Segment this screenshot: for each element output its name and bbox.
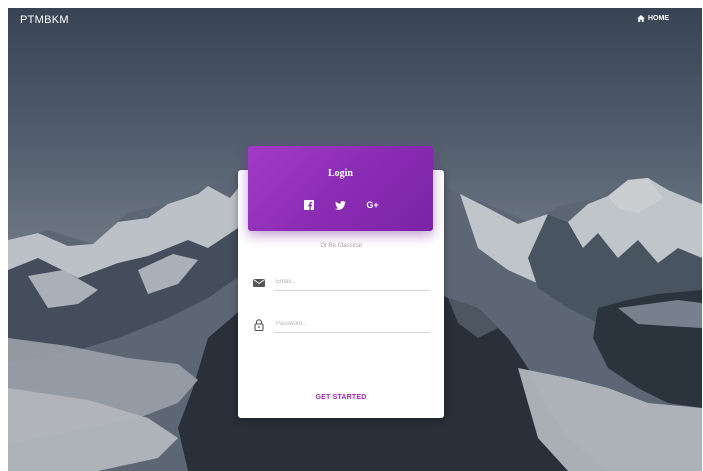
lock-icon	[254, 319, 264, 332]
facebook-login-button[interactable]	[302, 198, 316, 212]
home-link[interactable]: HOME	[637, 15, 669, 22]
email-input[interactable]	[274, 274, 430, 291]
facebook-icon	[303, 200, 314, 210]
brand-logo-text[interactable]: PTMBKM	[20, 14, 69, 26]
navbar: PTMBKM HOME	[8, 8, 702, 36]
home-link-label: HOME	[648, 15, 669, 22]
login-title: Login	[327, 168, 353, 179]
social-login-row: G+	[248, 198, 433, 212]
login-card-header: Login G+	[248, 146, 433, 231]
home-icon	[637, 15, 645, 22]
google-plus-login-button[interactable]: G+	[366, 198, 380, 212]
email-field-group	[252, 274, 430, 292]
get-started-button[interactable]: GET STARTED	[238, 393, 444, 402]
divider-text: Or Be Classical	[320, 243, 362, 249]
email-icon	[253, 279, 265, 287]
twitter-login-button[interactable]	[334, 198, 348, 212]
twitter-icon	[335, 200, 346, 210]
google-plus-icon: G+	[366, 200, 379, 210]
password-input[interactable]	[274, 316, 430, 333]
password-field-group	[252, 316, 430, 334]
